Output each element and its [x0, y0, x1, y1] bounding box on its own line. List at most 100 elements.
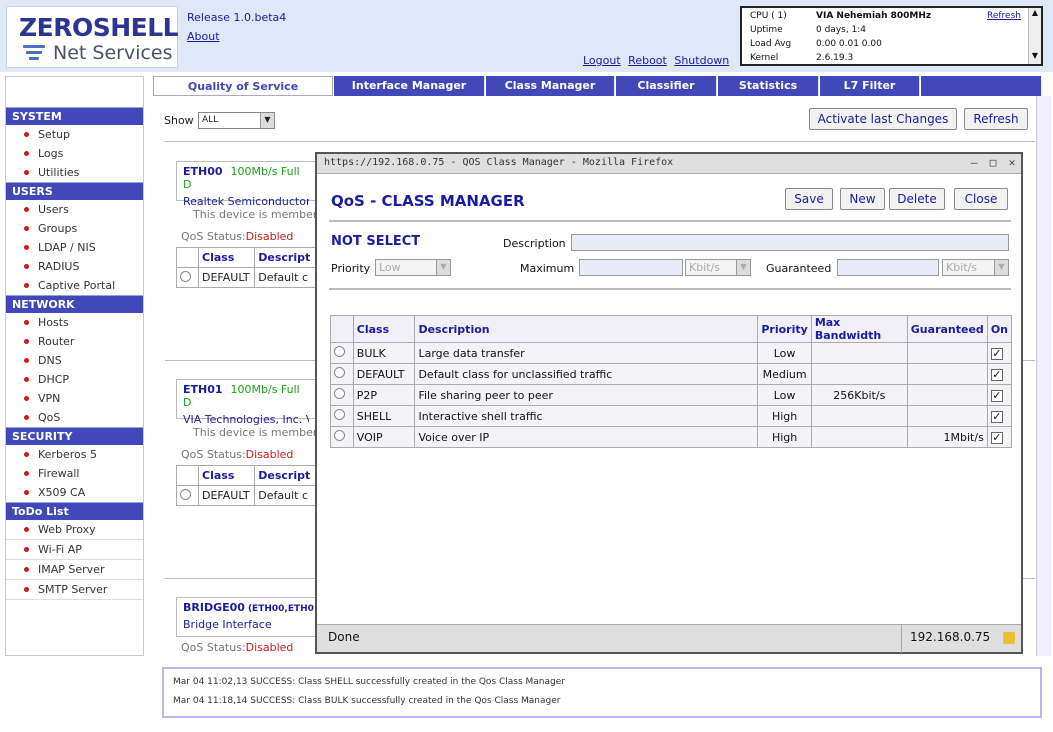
close-icon[interactable]: ✕: [1005, 156, 1019, 170]
tab-statistics[interactable]: Statistics: [718, 76, 819, 96]
sidebar-item-router[interactable]: Router: [6, 332, 143, 351]
about-link[interactable]: About: [187, 30, 220, 43]
tab-classifier[interactable]: Classifier: [616, 76, 717, 96]
sidebar-item-dns[interactable]: DNS: [6, 351, 143, 370]
sidebar-item-vpn[interactable]: VPN: [6, 389, 143, 408]
row-radio[interactable]: [334, 388, 345, 399]
device-box-eth01[interactable]: ETH01 100Mb/s Full D VIA Technologies, In…: [176, 379, 316, 426]
tab-class-manager[interactable]: Class Manager: [486, 76, 615, 96]
enabled-checkbox[interactable]: ✓: [990, 389, 1003, 402]
table-row[interactable]: P2P File sharing peer to peer Low 256Kbi…: [330, 384, 1013, 406]
class-cell: DEFAULT: [197, 267, 256, 288]
enabled-checkbox[interactable]: ✓: [990, 431, 1003, 444]
class-header: Class: [352, 315, 416, 343]
sidebar-item-dhcp[interactable]: DHCP: [6, 370, 143, 389]
activate-changes-button[interactable]: Activate last Changes: [809, 108, 957, 130]
enabled-checkbox[interactable]: ✓: [990, 347, 1003, 360]
enabled-checkbox[interactable]: ✓: [990, 410, 1003, 423]
row-radio[interactable]: [334, 430, 345, 441]
shutdown-link[interactable]: Shutdown: [674, 54, 729, 67]
class-header: Class: [197, 247, 256, 268]
scroll-up-icon[interactable]: ▲: [1029, 8, 1041, 20]
sidebar-item-ldap[interactable]: LDAP / NIS: [6, 238, 143, 257]
table-row[interactable]: SHELL Interactive shell traffic High ✓: [330, 405, 1013, 427]
sidebar-item-qos[interactable]: QoS: [6, 408, 143, 427]
sidebar-item-kerberos[interactable]: Kerberos 5: [6, 445, 143, 464]
log-line: Mar 04 11:02,13 SUCCESS: Class SHELL suc…: [173, 677, 565, 687]
delete-button[interactable]: Delete: [889, 188, 945, 210]
device-box-bridge00[interactable]: BRIDGE00 (ETH00,ETH01 Bridge Interface: [176, 597, 320, 637]
class-cell: P2P: [352, 384, 416, 406]
sidebar-item-users[interactable]: Users: [6, 200, 143, 219]
table-row[interactable]: BULK Large data transfer Low ✓: [330, 342, 1013, 364]
show-value: ALL: [202, 115, 219, 125]
lock-icon[interactable]: [1003, 632, 1015, 644]
row-radio[interactable]: [180, 270, 191, 282]
guar-cell: 1Mbit/s: [906, 426, 988, 448]
chevron-down-icon[interactable]: ▼: [260, 113, 274, 128]
class-cell: BULK: [352, 342, 416, 364]
sidebar-item-groups[interactable]: Groups: [6, 219, 143, 238]
save-button[interactable]: Save: [785, 188, 833, 210]
tab-l7-filter[interactable]: L7 Filter: [820, 76, 920, 96]
description-field[interactable]: [571, 234, 1009, 251]
window-titlebar[interactable]: https://192.168.0.75 - QOS Class Manager…: [317, 154, 1021, 174]
max-cell: [810, 426, 908, 448]
maximize-icon[interactable]: □: [986, 156, 1000, 170]
device-description: VIA Technologies, Inc. V: [183, 413, 309, 426]
sidebar-item-setup[interactable]: Setup: [6, 125, 143, 144]
chevron-down-icon[interactable]: ▼: [994, 260, 1008, 275]
main-scrollbar[interactable]: [1036, 96, 1051, 656]
max-cell: 256Kbit/s: [810, 384, 908, 406]
guaranteed-field[interactable]: [837, 259, 939, 276]
table-row[interactable]: DEFAULT Default class for unclassified t…: [330, 363, 1013, 385]
chevron-down-icon[interactable]: ▼: [736, 260, 750, 275]
sysinfo-refresh-link[interactable]: Refresh: [987, 11, 1021, 21]
sidebar-item-hosts[interactable]: Hosts: [6, 313, 143, 332]
row-radio[interactable]: [334, 367, 345, 378]
logout-link[interactable]: Logout: [583, 54, 621, 67]
priority-cell: Low: [757, 384, 812, 406]
row-radio[interactable]: [334, 409, 345, 420]
sidebar-item-wifi-ap[interactable]: Wi-Fi AP: [6, 540, 143, 560]
row-radio[interactable]: [334, 346, 345, 357]
sidebar-item-smtp[interactable]: SMTP Server: [6, 580, 143, 600]
uptime-label: Uptime: [750, 25, 783, 35]
desc-cell: Large data transfer: [414, 342, 759, 364]
sidebar-item-radius[interactable]: RADIUS: [6, 257, 143, 276]
row-radio[interactable]: [180, 488, 191, 500]
scroll-down-icon[interactable]: ▼: [1029, 51, 1041, 63]
guar-unit-select[interactable]: Kbit/s ▼: [942, 259, 1009, 276]
sidebar-item-x509[interactable]: X509 CA: [6, 483, 143, 502]
window-statusbar: Done 192.168.0.75: [317, 624, 1021, 653]
reboot-link[interactable]: Reboot: [628, 54, 667, 67]
tab-interface-manager[interactable]: Interface Manager: [334, 76, 485, 96]
chevron-down-icon[interactable]: ▼: [436, 260, 450, 275]
sidebar-item-utilities[interactable]: Utilities: [6, 163, 143, 182]
device-box-eth00[interactable]: ETH00 100Mb/s Full D Realtek Semiconducto…: [176, 161, 316, 208]
description-label: Description: [503, 237, 566, 250]
new-button[interactable]: New: [840, 188, 885, 210]
priority-label: Priority: [331, 262, 371, 275]
sidebar-item-captive-portal[interactable]: Captive Portal: [6, 276, 143, 295]
table-row[interactable]: VOIP Voice over IP High 1Mbit/s ✓: [330, 426, 1013, 448]
qos-status: QoS Status:Disabled: [181, 641, 293, 654]
sidebar-item-web-proxy[interactable]: Web Proxy: [6, 520, 143, 540]
log-panel: Mar 04 11:02,13 SUCCESS: Class SHELL suc…: [162, 667, 1042, 718]
max-unit-select[interactable]: Kbit/s ▼: [685, 259, 751, 276]
sidebar-item-logs[interactable]: Logs: [6, 144, 143, 163]
sysinfo-scrollbar[interactable]: ▲ ▼: [1028, 8, 1041, 64]
selected-class-name: NOT SELECT: [331, 234, 421, 249]
sidebar-section-security: SECURITY: [6, 427, 143, 445]
window-title: https://192.168.0.75 - QOS Class Manager…: [324, 157, 674, 168]
show-select[interactable]: ALL ▼: [198, 112, 275, 129]
close-button[interactable]: Close: [954, 188, 1008, 210]
priority-select[interactable]: Low ▼: [375, 259, 451, 276]
maximum-field[interactable]: [579, 259, 683, 276]
minimize-icon[interactable]: –: [967, 156, 981, 170]
sidebar-item-imap[interactable]: IMAP Server: [6, 560, 143, 580]
sidebar-item-firewall[interactable]: Firewall: [6, 464, 143, 483]
tab-quality-of-service[interactable]: Quality of Service: [153, 76, 333, 96]
refresh-button[interactable]: Refresh: [964, 108, 1028, 130]
enabled-checkbox[interactable]: ✓: [990, 368, 1003, 381]
